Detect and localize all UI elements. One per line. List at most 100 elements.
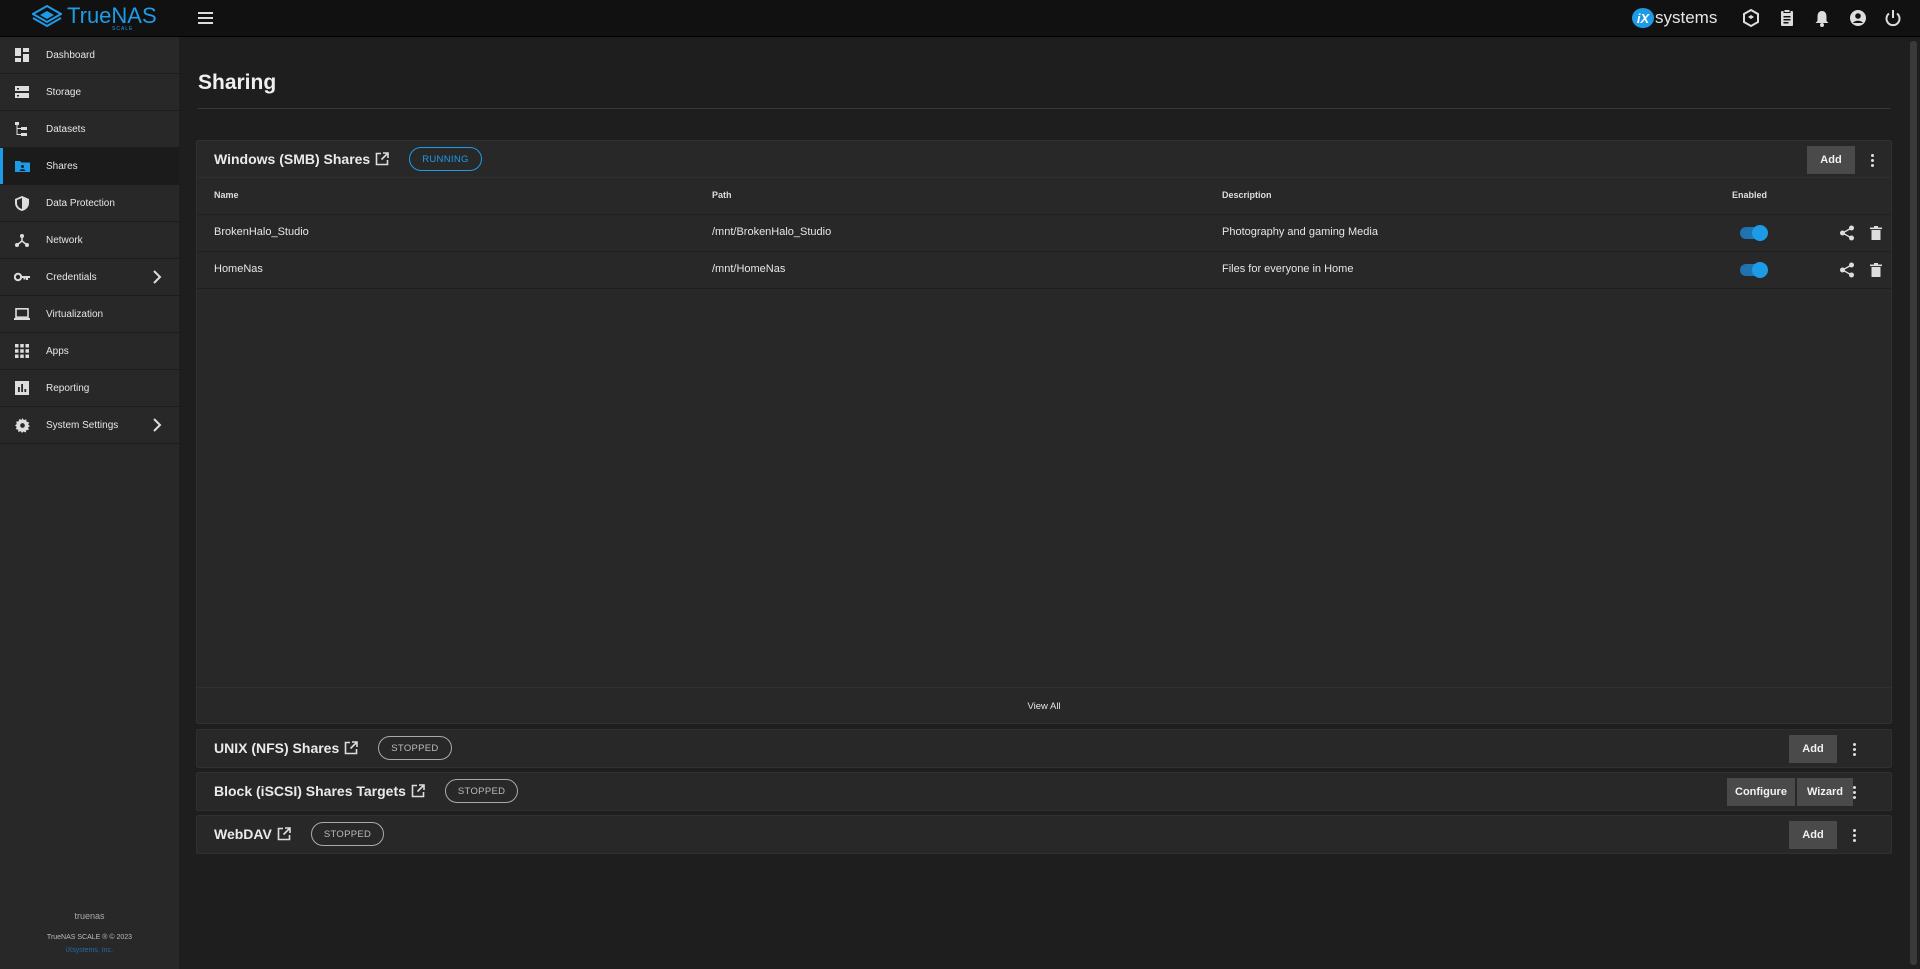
webdav-more-options-icon[interactable] [1846,826,1862,844]
company-link[interactable]: iXsystems, Inc. [0,947,179,954]
iscsi-card-header: Block (iSCSI) Shares Targets STOPPED Con… [197,773,1891,809]
title-divider [198,108,1890,109]
share-path: /mnt/BrokenHalo_Studio [712,226,832,238]
smb-more-options-icon[interactable] [1864,151,1880,169]
top-bar: TrueNAS SCALE iX systems [0,0,1920,37]
nfs-card-title[interactable]: UNIX (NFS) Shares [214,740,339,756]
gear-icon [14,417,30,433]
webdav-add-button[interactable]: Add [1789,821,1837,849]
column-header-enabled[interactable]: Enabled [1732,190,1767,200]
view-all-link[interactable]: View All [197,701,1891,712]
nfs-more-options-icon[interactable] [1846,740,1862,758]
nfs-add-button[interactable]: Add [1789,735,1837,763]
iscsi-more-options-icon[interactable] [1846,783,1862,801]
sidebar-item-network[interactable]: Network [0,222,179,259]
delete-icon[interactable] [1868,262,1884,278]
nfs-card-header: UNIX (NFS) Shares STOPPED Add [197,730,1891,766]
delete-icon[interactable] [1868,225,1884,241]
enabled-toggle[interactable] [1740,262,1768,278]
share-icon[interactable] [1839,225,1855,241]
ix-mark: iX [1632,8,1654,28]
iscsi-status-badge[interactable]: STOPPED [444,779,519,803]
sidebar-item-credentials[interactable]: Credentials [0,259,179,296]
sidebar-item-label: System Settings [46,419,119,431]
logo-subtext: SCALE [112,26,134,32]
key-icon [14,269,30,285]
nfs-status-badge[interactable]: STOPPED [378,736,452,760]
sidebar-item-data-protection[interactable]: Data Protection [0,185,179,222]
sidebar-item-label: Credentials [46,271,97,283]
sidebar-item-datasets[interactable]: Datasets [0,111,179,148]
webdav-card-header: WebDAV STOPPED Add [197,816,1891,852]
dashboard-icon [14,47,30,63]
open-in-new-icon[interactable] [411,784,425,798]
smb-shares-card: Windows (SMB) Shares RUNNING Add Name Pa… [196,140,1892,724]
bell-icon[interactable] [1812,8,1832,28]
shares-folder-icon [14,158,30,174]
webdav-shares-card: WebDAV STOPPED Add [196,815,1892,854]
smb-card-header: Windows (SMB) Shares RUNNING Add [197,141,1891,177]
sidebar-item-system-settings[interactable]: System Settings [0,407,179,444]
sidebar-item-reporting[interactable]: Reporting [0,370,179,407]
open-in-new-icon[interactable] [375,152,390,166]
share-description: Photography and gaming Media [1222,226,1378,238]
main-content: Sharing Windows (SMB) Shares RUNNING Add… [179,37,1903,969]
chevron-right-icon [153,418,162,432]
clipboard-icon[interactable] [1777,8,1797,28]
datasets-icon [14,121,30,137]
sidebar-item-virtualization[interactable]: Virtualization [0,296,179,333]
iscsi-shares-card: Block (iSCSI) Shares Targets STOPPED Con… [196,772,1892,811]
table-row[interactable]: BrokenHalo_Studio /mnt/BrokenHalo_Studio… [197,215,1891,252]
webdav-status-badge[interactable]: STOPPED [310,822,385,846]
power-icon[interactable] [1883,8,1903,28]
truenas-logo[interactable]: TrueNAS SCALE [32,3,157,32]
sidebar-item-label: Storage [46,86,82,98]
truenas-logo-icon [32,5,62,28]
logo-text: TrueNAS [67,3,157,28]
copyright: TrueNAS SCALE ® © 2023 [46,934,133,941]
menu-toggle-icon[interactable] [198,9,218,27]
truecommand-icon[interactable] [1741,8,1761,28]
iscsi-wizard-button[interactable]: Wizard [1797,778,1853,806]
page-scrollbar[interactable] [1907,37,1920,969]
sidebar-item-shares[interactable]: Shares [0,148,179,185]
share-icon[interactable] [1839,262,1855,278]
smb-add-button[interactable]: Add [1807,146,1855,174]
reporting-chart-icon [14,380,30,396]
smb-card-title[interactable]: Windows (SMB) Shares [214,151,370,167]
column-header-description[interactable]: Description [1222,190,1272,200]
smb-table-header: Name Path Description Enabled [197,177,1891,215]
card-divider [197,687,1891,688]
scrollbar-thumb[interactable] [1910,41,1917,965]
enabled-toggle[interactable] [1740,225,1768,241]
sidebar-item-label: Reporting [46,382,90,394]
sidebar-item-label: Datasets [46,123,86,135]
storage-icon [14,84,30,100]
column-header-path[interactable]: Path [712,190,732,200]
iscsi-configure-button[interactable]: Configure [1727,778,1795,806]
column-header-name[interactable]: Name [214,190,239,200]
ixsystems-logo[interactable]: iX systems [1632,8,1717,28]
smb-status-badge[interactable]: RUNNING [409,147,482,171]
iscsi-card-title[interactable]: Block (iSCSI) Shares Targets [214,783,406,799]
apps-grid-icon [14,343,30,359]
shield-icon [14,195,30,211]
sidebar-item-storage[interactable]: Storage [0,74,179,111]
share-description: Files for everyone in Home [1222,263,1354,275]
sidebar-item-apps[interactable]: Apps [0,333,179,370]
share-name: HomeNas [214,263,263,275]
open-in-new-icon[interactable] [344,741,359,755]
sidebar: Dashboard Storage Datasets Shares Data P… [0,37,179,969]
table-row[interactable]: HomeNas /mnt/HomeNas Files for everyone … [197,252,1891,289]
open-in-new-icon[interactable] [277,827,291,841]
network-icon [14,232,30,248]
sidebar-item-label: Data Protection [46,197,115,209]
account-icon[interactable] [1848,8,1868,28]
chevron-right-icon [153,270,162,284]
webdav-card-title[interactable]: WebDAV [214,826,272,842]
ix-text: systems [1655,8,1718,27]
sidebar-item-dashboard[interactable]: Dashboard [0,37,179,74]
nfs-shares-card: UNIX (NFS) Shares STOPPED Add [196,729,1892,768]
share-path: /mnt/HomeNas [712,263,786,275]
sidebar-item-label: Apps [46,345,69,357]
